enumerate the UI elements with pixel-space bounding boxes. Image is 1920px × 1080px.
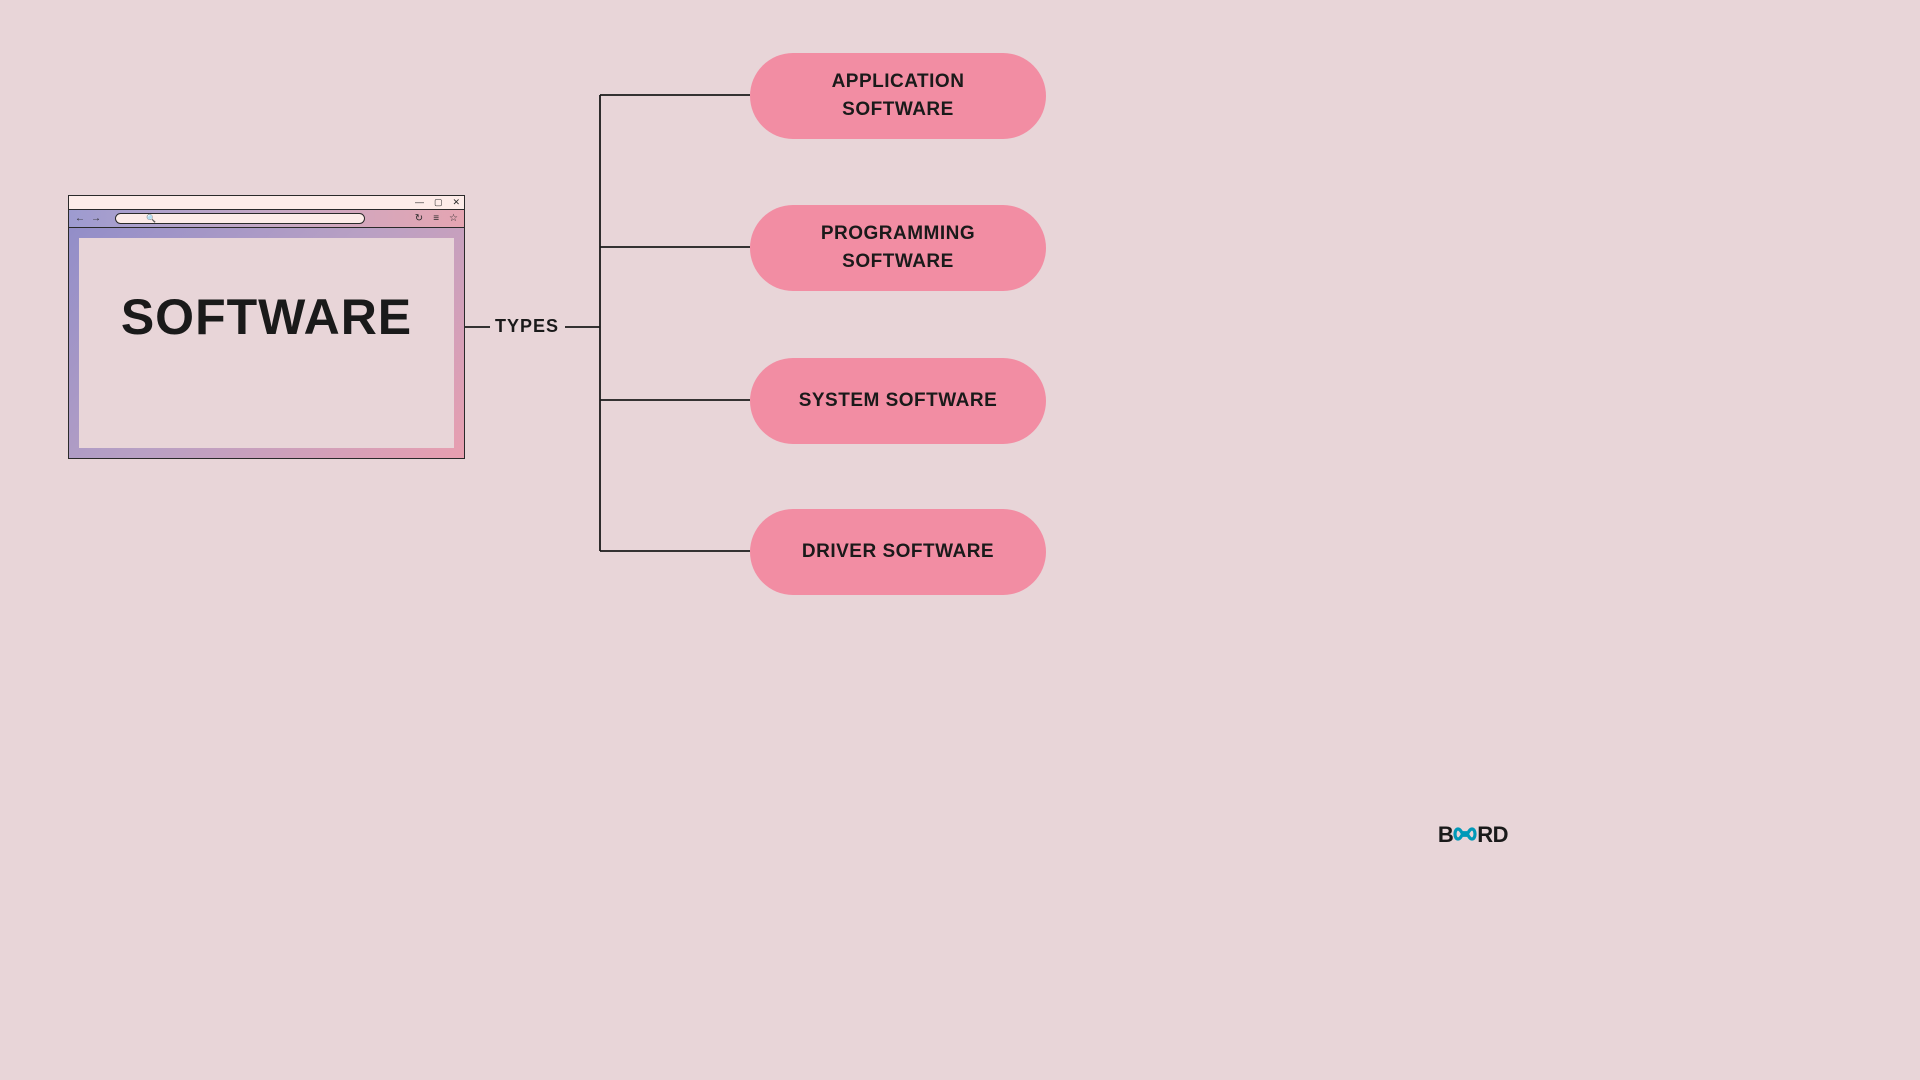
title-bar: — ▢ ✕ <box>69 196 464 210</box>
address-bar: ← → 🔍 ↻ ≡ ☆ <box>69 210 464 228</box>
category-pill: PROGRAMMINGSOFTWARE <box>750 205 1046 291</box>
menu-icon: ≡ <box>433 214 439 224</box>
infinity-icon <box>1452 822 1478 848</box>
browser-window-illustration: — ▢ ✕ ← → 🔍 ↻ ≡ ☆ SOFTWARE <box>68 195 465 459</box>
brand-prefix: B <box>1438 822 1453 848</box>
types-label: TYPES <box>495 316 559 337</box>
search-icon: 🔍 <box>146 214 156 223</box>
back-arrow-icon: ← <box>75 214 85 224</box>
star-icon: ☆ <box>449 214 458 224</box>
category-pill: APPLICATIONSOFTWARE <box>750 53 1046 139</box>
url-field: 🔍 <box>115 213 365 224</box>
toolbar-icons: ↻ ≡ ☆ <box>415 214 458 224</box>
main-title: SOFTWARE <box>121 288 412 346</box>
forward-arrow-icon: → <box>91 214 101 224</box>
footer-brand-logo: B RD <box>1438 822 1508 848</box>
minimize-icon: — <box>415 198 424 207</box>
close-icon: ✕ <box>452 198 460 207</box>
category-pill: DRIVER SOFTWARE <box>750 509 1046 595</box>
browser-content: SOFTWARE <box>79 238 454 448</box>
refresh-icon: ↻ <box>415 214 423 224</box>
maximize-icon: ▢ <box>434 198 443 207</box>
brand-suffix: RD <box>1477 822 1508 848</box>
category-pill: SYSTEM SOFTWARE <box>750 358 1046 444</box>
